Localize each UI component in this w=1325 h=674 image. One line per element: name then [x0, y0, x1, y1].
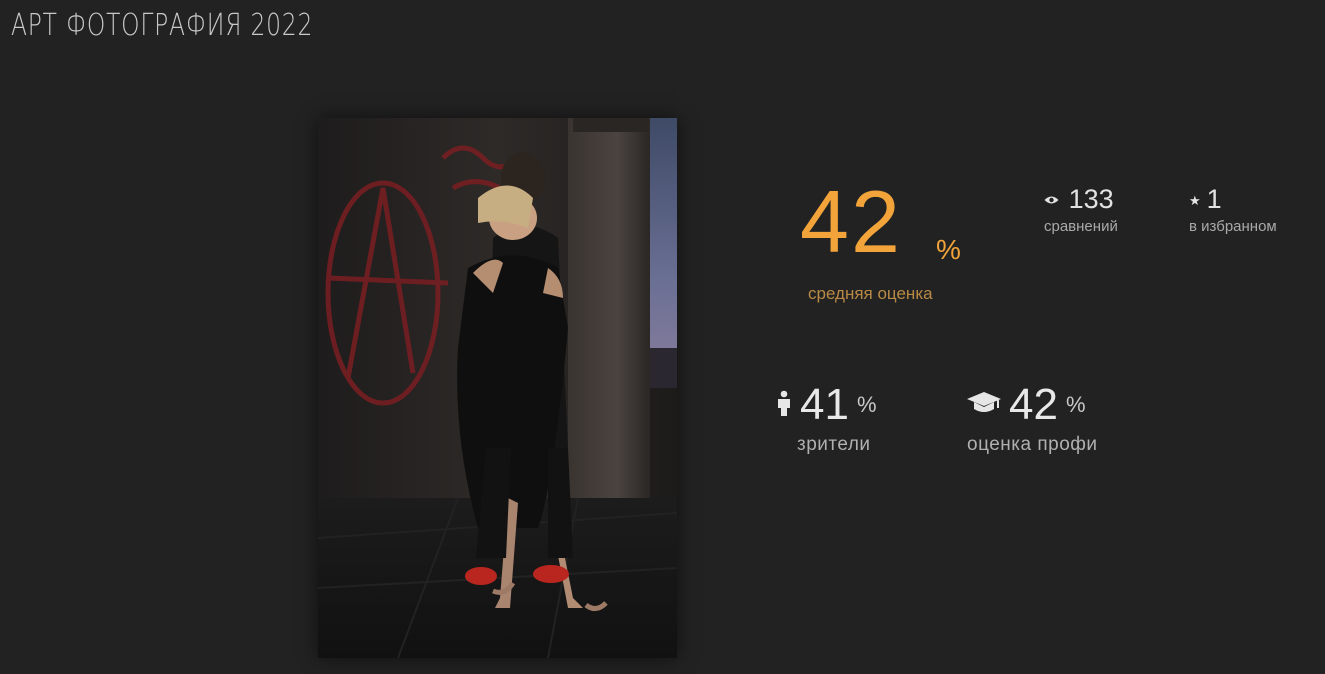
favorites-label: в избранном: [1189, 218, 1277, 235]
viewers-label: зрители: [797, 434, 871, 455]
page-title: АРТ ФОТОГРАФИЯ 2022: [11, 8, 314, 43]
comparisons-value: 133: [1068, 184, 1114, 214]
photo-image: [318, 118, 677, 658]
graduation-cap-icon: [967, 390, 1001, 421]
pros-value: 42: [1009, 380, 1058, 429]
person-icon: [776, 390, 792, 421]
average-score-unit: %: [936, 234, 961, 265]
viewers-value: 41: [800, 380, 849, 429]
comparisons-label: сравнений: [1044, 218, 1118, 235]
favorites-stat: ★ 1 в избранном: [1189, 184, 1277, 235]
pros-label: оценка профи: [967, 434, 1098, 455]
eye-icon: [1044, 193, 1063, 208]
average-score-value: 42: [800, 172, 902, 271]
pros-unit: %: [1065, 392, 1086, 417]
favorites-value: 1: [1206, 184, 1222, 214]
viewers-unit: %: [856, 392, 877, 417]
average-score-label: средняя оценка: [808, 284, 933, 303]
viewers-stat: 41% зрители: [776, 380, 877, 456]
pros-stat: 42% оценка профи: [967, 380, 1098, 456]
star-icon: ★: [1189, 193, 1201, 208]
comparisons-stat: 133 сравнений: [1044, 184, 1118, 235]
contest-photo[interactable]: [318, 118, 677, 658]
